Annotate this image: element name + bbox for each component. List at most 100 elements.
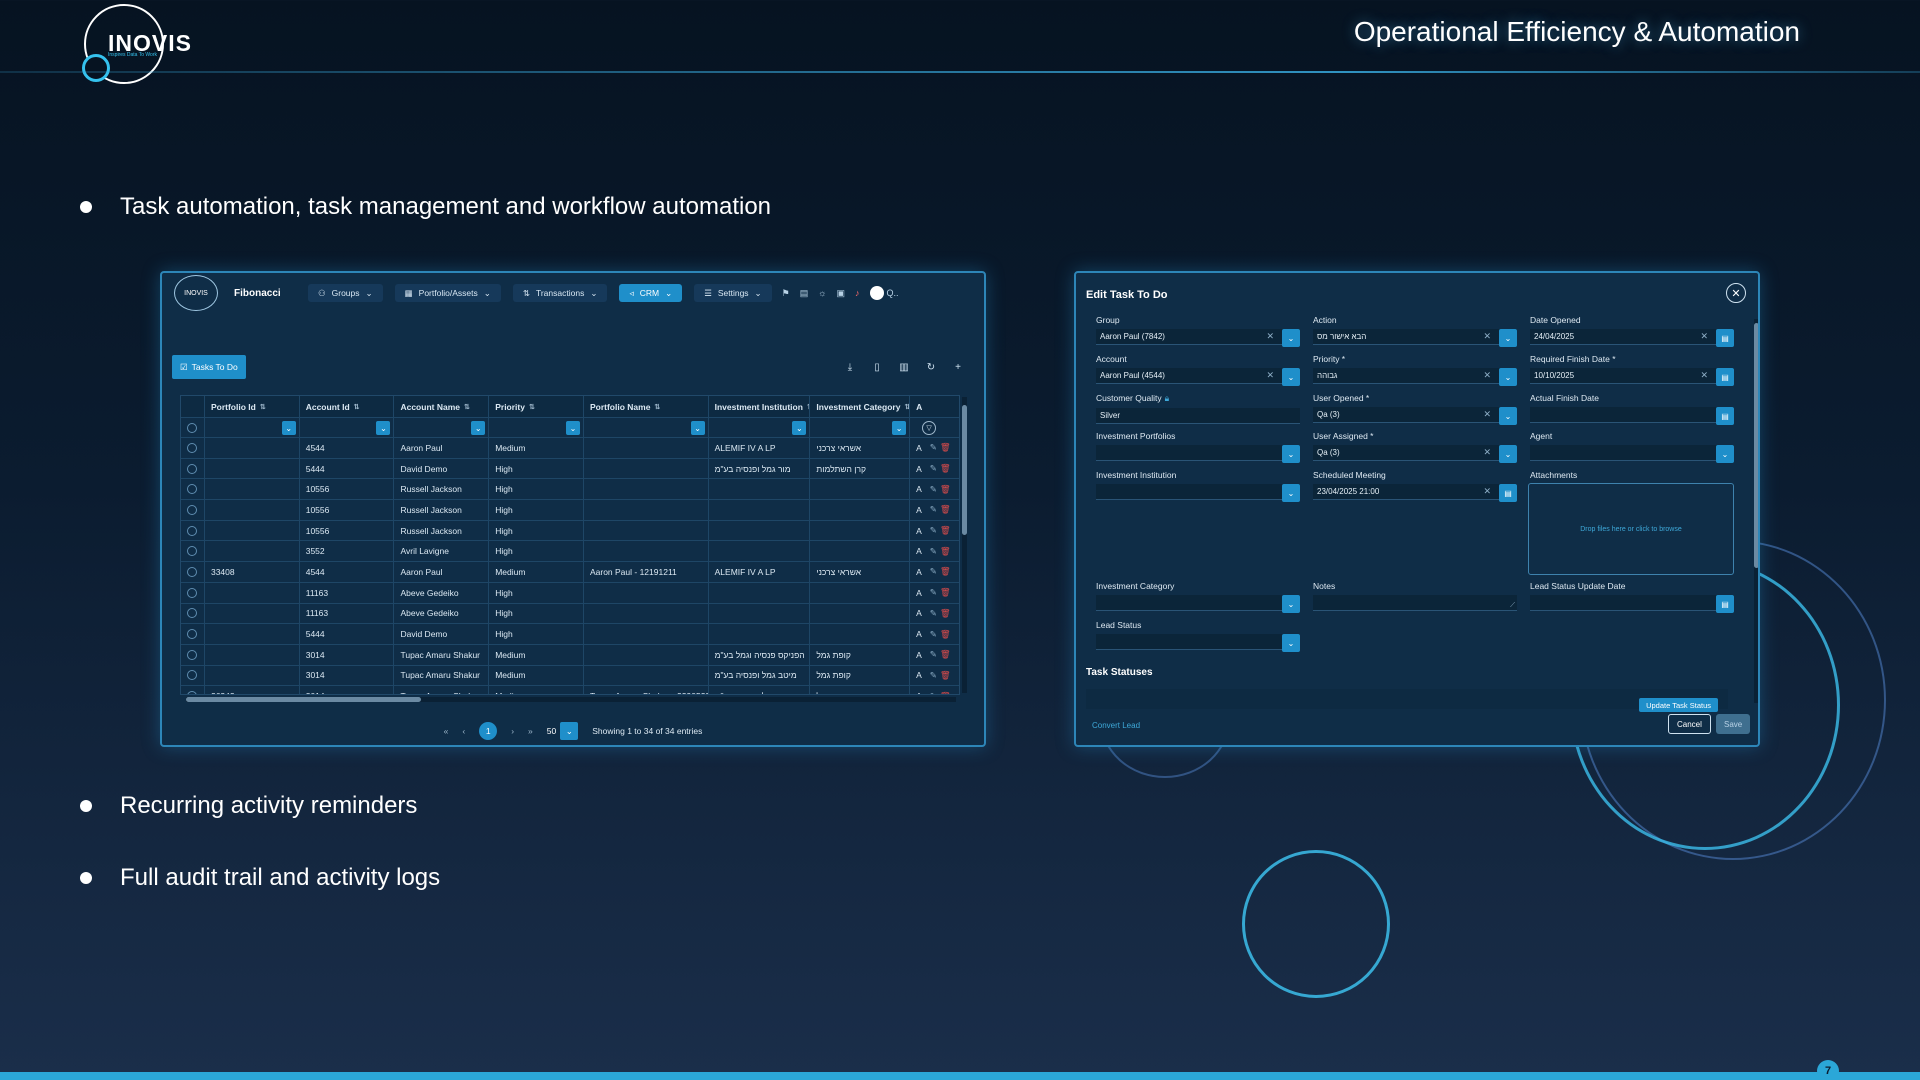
filter-portfolio-name[interactable]: ⌄ (584, 418, 709, 437)
edit-icon[interactable]: ✎ (930, 670, 937, 681)
chevron-down-icon[interactable]: ⌄ (1716, 445, 1734, 463)
delete-icon[interactable]: 🗑︎ (940, 649, 951, 660)
edit-icon[interactable]: ✎ (930, 484, 937, 495)
row-checkbox[interactable] (187, 670, 197, 681)
edit-icon[interactable]: ✎ (930, 442, 937, 453)
calendar-icon[interactable]: ▤ (1716, 407, 1734, 425)
row-checkbox[interactable] (187, 691, 197, 694)
lead-status-update-date-input[interactable]: ▤ (1530, 595, 1734, 613)
clear-icon[interactable]: ✕ (1483, 447, 1491, 458)
close-icon[interactable]: ✕ (1726, 283, 1746, 303)
table-row[interactable]: 5444 David Demo High A ✎ 🗑︎ (181, 624, 959, 645)
col-priority[interactable]: Priority ⇅ (489, 396, 584, 417)
chevron-down-icon[interactable]: ⌄ (1282, 484, 1300, 502)
app-logo[interactable]: INOVIS (174, 275, 218, 311)
first-page-button[interactable]: « (444, 726, 449, 736)
delete-icon[interactable]: 🗑︎ (940, 608, 951, 619)
row-checkbox[interactable] (187, 608, 197, 619)
page-size-value[interactable]: 50 (547, 726, 556, 736)
table-row[interactable]: 4544 Aaron Paul Medium ALEMIF IV A LP אשראי … (181, 438, 959, 459)
row-checkbox[interactable] (187, 484, 197, 495)
row-checkbox[interactable] (187, 649, 197, 660)
columns-icon[interactable]: ▥ (894, 357, 914, 377)
chevron-down-icon[interactable]: ⌄ (471, 421, 486, 435)
clear-icon[interactable]: ✕ (1700, 370, 1708, 381)
delete-icon[interactable]: 🗑︎ (940, 463, 951, 474)
page-button-current[interactable]: 1 (479, 722, 498, 740)
table-row[interactable]: 3552 Avril Lavigne High A ✎ 🗑︎ (181, 541, 959, 563)
plus-icon[interactable]: + (948, 357, 968, 377)
edit-icon[interactable]: ✎ (930, 587, 937, 598)
agent-select[interactable]: ⌄ (1530, 445, 1734, 463)
delete-icon[interactable]: 🗑︎ (940, 566, 951, 577)
clear-icon[interactable]: ✕ (1266, 331, 1274, 342)
notes-textarea[interactable]: ⟋ (1313, 595, 1517, 611)
nav-settings[interactable]: ☰ Settings ⌄ (694, 284, 772, 302)
user-opened-select[interactable]: Qa (3) ✕ ⌄ (1313, 407, 1517, 425)
table-vertical-scrollbar[interactable] (962, 397, 967, 693)
resize-handle-icon[interactable]: ⟋ (1510, 602, 1515, 610)
date-opened-input[interactable]: 24/04/2025 ✕ ▤ (1530, 329, 1734, 347)
delete-icon[interactable]: 🗑︎ (940, 442, 951, 453)
delete-icon[interactable]: 🗑︎ (940, 629, 951, 640)
clear-icon[interactable]: ✕ (1266, 370, 1274, 381)
col-account-name[interactable]: Account Name ⇅ (394, 396, 490, 417)
edit-icon[interactable]: ✎ (930, 463, 937, 474)
row-checkbox[interactable] (187, 525, 197, 536)
clear-icon[interactable]: ✕ (1700, 331, 1708, 342)
edit-icon[interactable]: ✎ (930, 649, 937, 660)
filter-icon[interactable]: ▽ (922, 420, 937, 435)
bell-icon[interactable]: ♪ (855, 288, 860, 298)
chevron-down-icon[interactable]: ⌄ (1499, 445, 1517, 463)
investment-category-select[interactable]: ⌄ (1096, 595, 1300, 613)
update-task-status-button[interactable]: Update Task Status (1639, 698, 1718, 712)
attachments-dropzone[interactable]: Drop files here or click to browse (1528, 483, 1734, 575)
filter-investment-institution[interactable]: ⌄ (709, 418, 811, 437)
chevron-down-icon[interactable]: ⌄ (1499, 368, 1517, 386)
calendar-icon[interactable]: ▤ (1716, 329, 1734, 347)
calendar-icon[interactable]: ▤ (1716, 595, 1734, 613)
row-checkbox[interactable] (187, 504, 197, 515)
edit-icon[interactable]: ✎ (930, 504, 937, 515)
table-row[interactable]: 5444 David Demo High מור גמל ופנסיה בע"מ קרן… (181, 458, 959, 480)
avatar[interactable] (869, 286, 884, 300)
chevron-down-icon[interactable]: ⌄ (792, 421, 807, 435)
lead-status-select[interactable]: ⌄ (1096, 634, 1300, 652)
delete-icon[interactable]: 🗑︎ (940, 691, 951, 694)
select-all-checkbox[interactable] (187, 422, 197, 433)
scheduled-meeting-input[interactable]: 23/04/2025 21:00 ✕ ▤ (1313, 484, 1517, 502)
clear-icon[interactable]: ✕ (1483, 409, 1491, 420)
chevron-down-icon[interactable]: ⌄ (376, 421, 391, 435)
sun-icon[interactable]: ☼ (818, 288, 826, 298)
save-button[interactable]: Save (1716, 714, 1751, 734)
screen-icon[interactable]: ▣ (837, 288, 846, 299)
chevron-down-icon[interactable]: ⌄ (892, 421, 907, 435)
file-icon[interactable]: ▯ (867, 357, 887, 377)
row-checkbox[interactable] (187, 566, 197, 577)
clear-icon[interactable]: ✕ (1483, 370, 1491, 381)
table-row[interactable]: 10556 Russell Jackson High A ✎ 🗑︎ (181, 520, 959, 542)
table-row[interactable]: 10556 Russell Jackson High A ✎ 🗑︎ (181, 500, 959, 521)
nav-crm[interactable]: ◃ CRM ⌄ (619, 284, 683, 302)
chevron-down-icon[interactable]: ⌄ (1282, 595, 1300, 613)
col-portfolio-id[interactable]: Portfolio Id ⇅ (205, 396, 300, 417)
calendar-icon[interactable]: ▤ (1716, 368, 1734, 386)
filter-account-id[interactable]: ⌄ (300, 418, 395, 437)
next-page-button[interactable]: › (511, 726, 514, 736)
nav-groups[interactable]: ⚇ Groups ⌄ (308, 284, 383, 302)
row-checkbox[interactable] (187, 463, 197, 474)
modal-scrollbar[interactable] (1754, 319, 1758, 703)
priority-select[interactable]: גבוהה ✕ ⌄ (1313, 368, 1517, 386)
refresh-icon[interactable]: ↻ (921, 357, 941, 377)
tab-tasks-to-do[interactable]: ☑ Tasks To Do (172, 355, 246, 379)
table-row[interactable]: 3014 Tupac Amaru Shakur Medium הפניקס פנסיה… (181, 644, 959, 666)
chevron-down-icon[interactable]: ⌄ (690, 421, 705, 435)
filter-a[interactable]: ▽ (910, 418, 959, 437)
cancel-button[interactable]: Cancel (1668, 714, 1711, 734)
edit-icon[interactable]: ✎ (930, 629, 937, 640)
flag-icon[interactable]: ⚑ (782, 288, 790, 299)
investment-institution-select[interactable]: ⌄ (1096, 484, 1300, 502)
row-checkbox[interactable] (187, 442, 197, 453)
filter-portfolio-id[interactable]: ⌄ (205, 418, 300, 437)
nav-portfolio-assets[interactable]: ▦ Portfolio/Assets ⌄ (394, 284, 501, 302)
